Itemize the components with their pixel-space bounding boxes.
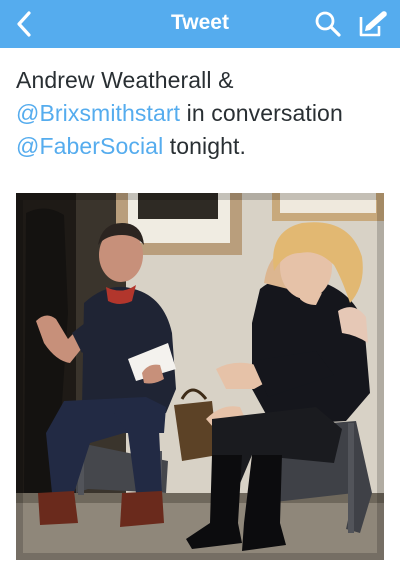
search-icon	[315, 11, 341, 37]
tweet-text: Andrew Weatherall & @Brixsmithstart in c…	[16, 64, 388, 163]
compose-button[interactable]	[352, 5, 392, 43]
tweet-text-middle: in conversation	[180, 100, 343, 126]
search-button[interactable]	[310, 6, 346, 42]
nav-bar: Tweet	[0, 0, 400, 48]
tweet-line-1: Andrew Weatherall &	[16, 64, 388, 97]
compose-icon	[359, 11, 387, 37]
tweet-text-start: Andrew Weatherall &	[16, 67, 234, 93]
tweet-photo[interactable]	[16, 193, 384, 560]
tweet-line-2: @Brixsmithstart in conversation	[16, 97, 388, 130]
tweet-text-end: tonight.	[163, 133, 247, 159]
mention-fabersocial[interactable]: @FaberSocial	[16, 133, 163, 159]
tweet-line-3: @FaberSocial tonight.	[16, 130, 388, 163]
mention-brixsmithstart[interactable]: @Brixsmithstart	[16, 100, 180, 126]
photo-icon	[16, 193, 384, 560]
